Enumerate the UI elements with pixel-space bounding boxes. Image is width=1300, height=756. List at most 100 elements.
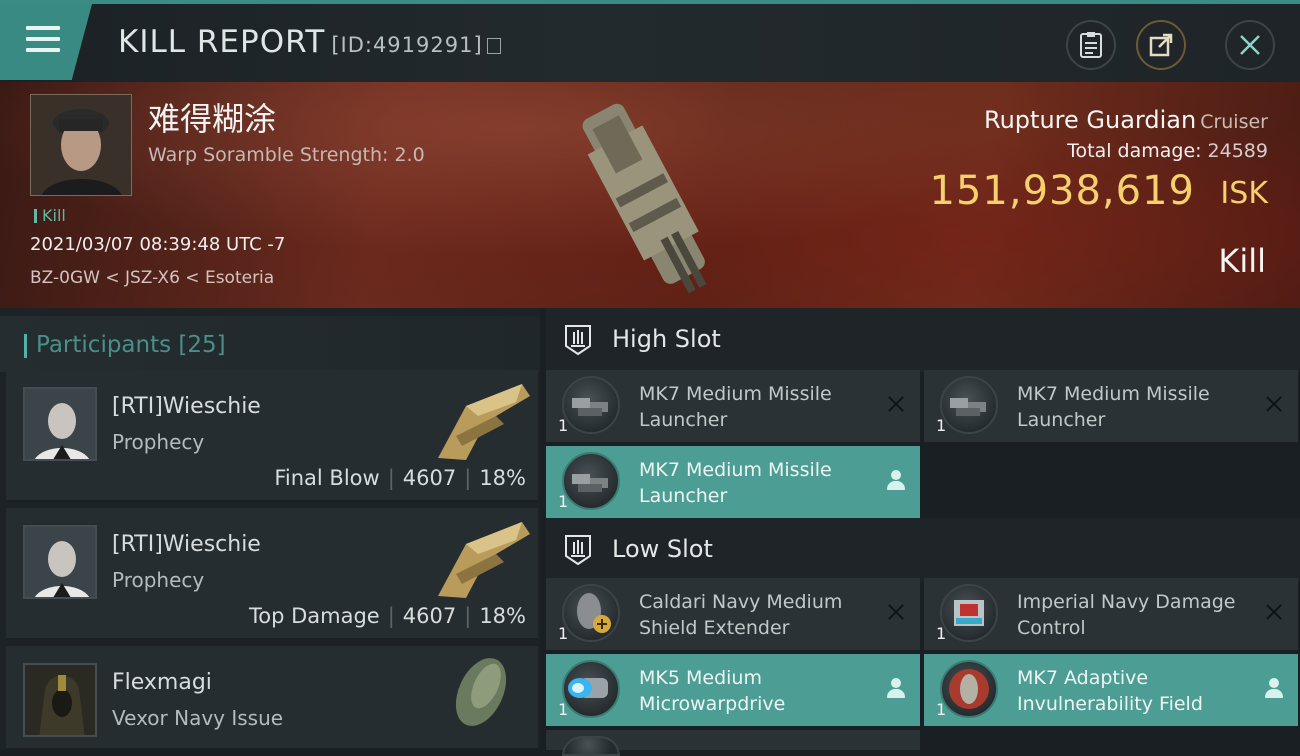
kill-timestamp: 2021/03/07 08:39:48 UTC -7 [30, 234, 286, 255]
victim-ship-name: Rupture Guardian [984, 106, 1197, 134]
module-item-partial[interactable] [546, 730, 920, 756]
participant-ship: Vexor Navy Issue [112, 706, 284, 730]
participant-damage: 4607 [402, 604, 457, 628]
report-button[interactable] [1066, 20, 1116, 70]
victim-ship-image [582, 103, 707, 294]
destroyed-icon [884, 392, 908, 416]
participants-label: Participants [36, 332, 172, 358]
low-slot-icon [565, 535, 591, 566]
missile-launcher-icon [562, 376, 620, 434]
close-icon [1240, 35, 1260, 55]
pilot-icon [884, 676, 908, 700]
hamburger-icon [26, 26, 60, 59]
participants-panel: Participants [25] [RTI]Wieschie Prophecy… [0, 308, 540, 750]
destroyed-icon [884, 600, 908, 624]
page-title-text: KILL REPORT [118, 24, 326, 60]
divider: | [464, 466, 472, 490]
module-quantity: 1 [558, 624, 569, 643]
module-item[interactable]: 1 MK7 Medium Missile Launcher [546, 446, 920, 518]
module-quantity: 1 [558, 700, 569, 719]
participant-row[interactable]: [RTI]Wieschie Prophecy Final Blow | 4607 | 1… [6, 370, 538, 502]
warp-scramble-strength: Warp Soramble Strength: 2.0 [148, 144, 425, 166]
high-slot-icon [565, 325, 591, 356]
share-icon [1149, 33, 1173, 57]
participant-stats: Top Damage | 4607 | 18% [249, 604, 526, 628]
participant-name: [RTI]Wieschie [112, 394, 261, 419]
participant-percent: 18% [479, 604, 526, 628]
result-label: Kill [1218, 242, 1266, 280]
victim-name: 难得糊涂 [148, 100, 277, 138]
total-damage: Total damage: 24589 [1067, 140, 1268, 162]
module-name: MK7 Medium Missile Launcher [1017, 383, 1210, 431]
divider: | [387, 604, 395, 628]
fitting-panel: High Slot 1 MK7 Medium Missile Launcher … [546, 308, 1300, 756]
destroyed-icon [1262, 392, 1286, 416]
kill-id: [ID:4919291] [331, 33, 483, 57]
module-item[interactable]: 1 Imperial Navy Damage Control [924, 578, 1298, 650]
invulnerability-field-icon [940, 660, 998, 718]
module-name: Caldari Navy Medium Shield Extender [639, 591, 843, 639]
participant-ship-image [438, 522, 530, 598]
participant-ship: Prophecy [112, 430, 205, 454]
page-title: KILL REPORT [ID:4919291] [118, 24, 501, 60]
pilot-icon [1262, 676, 1286, 700]
kill-summary-banner: 难得糊涂 Warp Soramble Strength: 2.0 Kill 20… [0, 82, 1300, 308]
missile-launcher-icon [562, 452, 620, 510]
module-name: MK7 Adaptive Invulnerability Field [1017, 667, 1203, 715]
missile-launcher-icon [940, 376, 998, 434]
total-damage-value: 24589 [1207, 140, 1268, 162]
copy-icon[interactable] [486, 38, 501, 54]
participants-title: Participants [25] [24, 332, 226, 358]
low-slot-label: Low Slot [612, 535, 713, 563]
module-quantity: 1 [936, 624, 947, 643]
high-slot-label: High Slot [612, 325, 721, 353]
participant-stats: Final Blow | 4607 | 18% [274, 466, 526, 490]
participant-portrait [23, 387, 97, 461]
participant-percent: 18% [479, 466, 526, 490]
module-quantity: 1 [558, 492, 569, 511]
share-button[interactable] [1136, 20, 1186, 70]
victim-ship-class: Cruiser [1200, 111, 1268, 133]
participant-name: [RTI]Wieschie [112, 532, 261, 557]
module-item[interactable]: 1 MK5 Medium Microwarpdrive [546, 654, 920, 726]
isk-unit: ISK [1220, 176, 1268, 211]
participant-name: Flexmagi [112, 670, 212, 695]
participant-role: Final Blow [274, 466, 380, 490]
destroyed-icon [1262, 600, 1286, 624]
kill-location: BZ-0GW < JSZ-X6 < Esoteria [30, 268, 275, 288]
menu-button[interactable] [0, 4, 92, 80]
victim-avatar[interactable] [30, 94, 132, 196]
module-name: MK7 Medium Missile Launcher [639, 383, 832, 431]
module-quantity: 1 [936, 700, 947, 719]
participant-row[interactable]: Flexmagi Vexor Navy Issue [6, 646, 538, 750]
module-item[interactable]: 1 MK7 Medium Missile Launcher [924, 370, 1298, 442]
high-slot-header: High Slot [546, 308, 1300, 372]
total-damage-label: Total damage: [1067, 140, 1202, 162]
close-button[interactable] [1225, 20, 1275, 70]
top-bar: KILL REPORT [ID:4919291] [0, 0, 1300, 82]
module-quantity: 1 [936, 416, 947, 435]
participants-count: [25] [178, 332, 226, 358]
participant-ship-image [438, 384, 530, 460]
participant-portrait [23, 525, 97, 599]
module-name: MK5 Medium Microwarpdrive [639, 667, 786, 715]
participant-row[interactable]: [RTI]Wieschie Prophecy Top Damage | 4607 | 1… [6, 508, 538, 640]
participant-damage: 4607 [402, 466, 457, 490]
divider: | [387, 466, 395, 490]
victim-ship-title: Rupture Guardian Cruiser [984, 106, 1268, 134]
module-name: Imperial Navy Damage Control [1017, 591, 1236, 639]
module-item[interactable]: 1 Caldari Navy Medium Shield Extender [546, 578, 920, 650]
participants-header: Participants [25] [0, 316, 540, 372]
module-quantity: 1 [558, 416, 569, 435]
low-slot-header: Low Slot [546, 518, 1300, 582]
kill-tag: Kill [34, 206, 66, 225]
participant-ship-image [455, 658, 507, 726]
participant-ship: Prophecy [112, 568, 205, 592]
module-item[interactable]: 1 MK7 Adaptive Invulnerability Field [924, 654, 1298, 726]
participant-portrait [23, 663, 97, 737]
module-name: MK7 Medium Missile Launcher [639, 459, 832, 507]
microwarpdrive-icon [562, 660, 620, 718]
module-item[interactable]: 1 MK7 Medium Missile Launcher [546, 370, 920, 442]
divider: | [464, 604, 472, 628]
participant-role: Top Damage [248, 604, 380, 628]
